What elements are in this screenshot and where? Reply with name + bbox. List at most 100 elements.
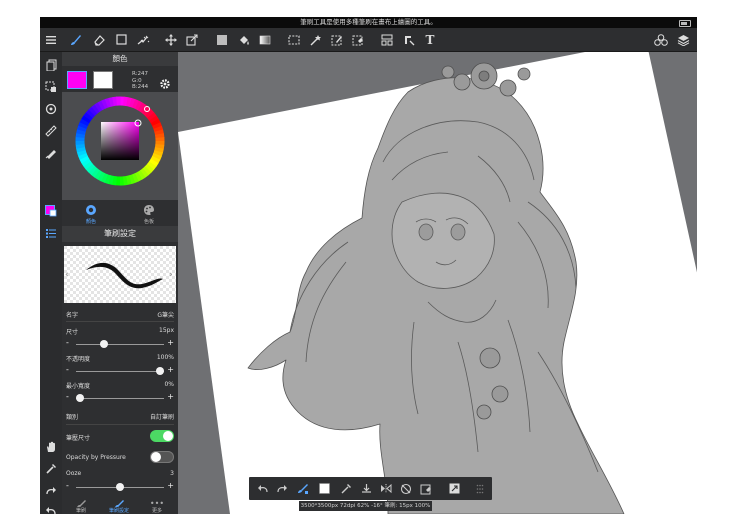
hue-ring-segment[interactable] [123,96,129,107]
grip-handle-icon[interactable] [471,477,489,500]
opacity-slider-knob[interactable] [156,367,164,375]
main-color-swatch[interactable] [67,71,87,89]
hue-ring-segment[interactable] [83,111,94,121]
hue-ring-segment[interactable] [79,155,90,164]
stabilizer-icon[interactable] [293,477,313,500]
hue-ring-segment[interactable] [144,163,155,173]
ooze-slider[interactable]: - + [66,481,174,491]
hue-ring-segment[interactable] [137,170,146,180]
frame-icon[interactable] [377,28,397,51]
eyedropper-icon[interactable] [40,460,62,478]
sub-color-swatch[interactable] [93,71,113,89]
hue-ring-segment[interactable] [132,99,140,110]
hue-ring-segment[interactable] [137,102,146,113]
layers-icon[interactable] [672,28,694,51]
undo-icon[interactable] [253,477,271,500]
minus-icon[interactable]: - [66,338,69,347]
hue-ring-segment[interactable] [111,175,117,186]
hue-ring-segment[interactable] [77,125,87,132]
selection-layer-icon[interactable] [40,78,62,96]
hue-ring-segment[interactable] [128,174,136,185]
hue-ring-segment[interactable] [75,132,86,138]
hue-ring-segment[interactable] [77,152,88,160]
hue-ring-segment[interactable] [126,97,133,107]
hue-ring-segment[interactable] [145,109,155,119]
brush-icon[interactable] [66,28,86,51]
transform-icon[interactable] [182,28,202,51]
hue-ring-segment[interactable] [134,171,143,182]
rotate-icon[interactable] [397,477,415,500]
redo-icon[interactable] [40,482,62,500]
hue-ring-segment[interactable] [134,100,143,111]
hue-ring-segment[interactable] [81,158,91,167]
min-width-slider-knob[interactable] [76,394,84,402]
hue-ring-segment[interactable] [83,160,93,170]
wand-icon[interactable] [306,28,326,51]
minus-icon[interactable]: - [66,392,69,401]
hue-ring-segment[interactable] [85,163,95,173]
pressure-size-toggle[interactable] [150,430,174,442]
canvas-area[interactable] [178,52,697,514]
save-down-icon[interactable] [357,477,375,500]
fill-color-icon[interactable] [212,28,232,51]
undo-icon[interactable] [40,502,62,514]
menu-icon[interactable] [42,28,60,51]
hue-ring-segment[interactable] [150,118,161,127]
plus-icon[interactable]: + [167,392,174,401]
hue-ring-segment[interactable] [153,150,163,157]
minus-icon[interactable]: - [66,365,69,374]
hand-icon[interactable] [40,438,62,456]
ruler-side-icon[interactable] [40,122,62,140]
flip-icon[interactable] [377,477,395,500]
tab-brush-settings[interactable]: 筆刷設定 [100,500,138,514]
brush-name-row[interactable]: 名字 G筆尖 [66,310,174,319]
plus-icon[interactable]: + [167,481,174,490]
fullscreen-icon[interactable] [445,477,463,500]
redo-icon[interactable] [273,477,291,500]
minus-icon[interactable]: - [66,481,69,490]
pen-select-icon[interactable] [327,28,347,51]
hue-ring-segment[interactable] [154,147,164,154]
size-slider[interactable]: - + [66,338,174,348]
eyedropper-icon[interactable] [337,477,355,500]
tab-palette[interactable]: 色板 [120,200,178,226]
drawing-canvas[interactable] [178,52,697,514]
hue-ring-segment[interactable] [91,104,101,114]
hue-ring-segment[interactable] [81,115,92,124]
hue-ring-segment[interactable] [146,161,157,171]
eraser-icon[interactable] [89,28,109,51]
hue-ring-segment[interactable] [79,118,90,127]
min-width-slider[interactable]: - + [66,392,174,402]
rect-select-icon[interactable] [111,28,131,51]
hue-ring-segment[interactable] [108,97,115,107]
tab-more[interactable]: ••• 更多 [138,500,176,515]
hue-ring-segment[interactable] [154,144,165,150]
move-icon[interactable] [161,28,181,51]
size-slider-knob[interactable] [100,340,108,348]
tab-color[interactable]: 顏色 [62,200,120,226]
chevron-left-icon[interactable]: ‹ [65,270,69,280]
hue-ring-segment[interactable] [150,155,161,164]
hue-ring-segment[interactable] [76,128,86,135]
hue-ring-segment[interactable] [104,174,111,184]
hue-ring-segment[interactable] [151,153,162,161]
ruler-icon[interactable] [399,28,419,51]
hue-ring-segment[interactable] [97,100,106,111]
bucket-icon[interactable] [234,28,254,51]
hue-ring-segment[interactable] [97,171,106,182]
hue-ring-segment[interactable] [85,109,96,119]
pages-icon[interactable] [40,56,62,74]
hue-ring-segment[interactable] [94,102,103,112]
hue-ring-segment[interactable] [129,98,136,108]
tab-brush[interactable]: 筆刷 [62,500,100,514]
color-swatch-icon[interactable] [315,477,333,500]
opacity-pressure-toggle[interactable] [150,451,174,463]
hue-ring-segment[interactable] [94,169,103,180]
hue-ring-segment[interactable] [154,129,164,136]
hue-ring-segment[interactable] [104,97,112,108]
hue-ring-segment[interactable] [100,172,108,183]
hue-ring-segment[interactable] [148,158,159,167]
hue-ring-segment[interactable] [76,146,86,153]
hue-ring-segment[interactable] [78,121,89,129]
hue-ring-segment[interactable] [131,173,139,184]
